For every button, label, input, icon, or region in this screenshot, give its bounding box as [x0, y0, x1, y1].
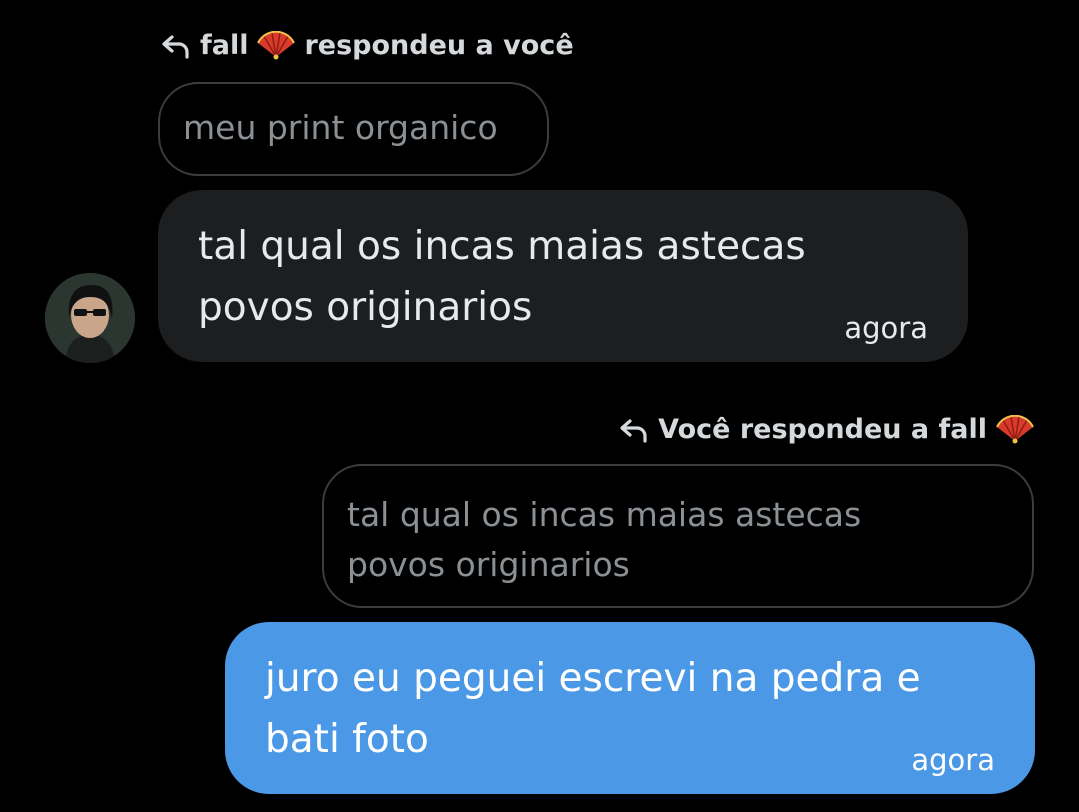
folding-fan-icon [996, 414, 1034, 443]
message-timestamp: agora [844, 311, 928, 345]
user-avatar [45, 273, 135, 363]
incoming-message-bubble[interactable]: tal qual os incas maias astecas povos or… [158, 190, 968, 362]
quoted-message[interactable]: meu print organico [158, 82, 549, 176]
outgoing-reply-header: Você respondeu a fall [618, 414, 1035, 445]
reply-header-suffix: respondeu a você [304, 30, 574, 61]
reply-header-name: fall [200, 30, 249, 61]
outgoing-message-bubble[interactable]: juro eu peguei escrevi na pedra e bati f… [225, 622, 1035, 794]
quoted-message-text: meu print organico [183, 108, 498, 147]
reply-header-text: Você respondeu a fall [658, 414, 987, 445]
quoted-message[interactable]: tal qual os incas maias astecas povos or… [322, 464, 1034, 608]
avatar[interactable] [45, 273, 135, 363]
quoted-line-1: tal qual os incas maias astecas [347, 495, 862, 534]
reply-arrow-icon [620, 418, 647, 443]
incoming-reply-header: fall respondeu a você [160, 30, 574, 61]
message-timestamp: agora [911, 743, 995, 777]
message-line-1: tal qual os incas maias astecas [198, 224, 806, 269]
message-line-1: juro eu peguei escrevi na pedra e [265, 656, 921, 701]
folding-fan-icon [257, 30, 296, 59]
quoted-line-2: povos originarios [347, 545, 630, 584]
reply-arrow-icon [162, 34, 189, 59]
